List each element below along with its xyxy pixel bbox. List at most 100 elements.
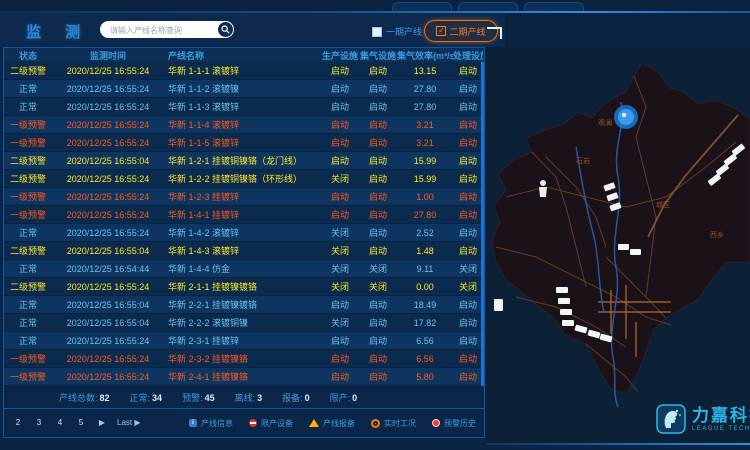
legend-label: 实时工况 — [384, 418, 416, 429]
search-button[interactable] — [218, 22, 233, 37]
cell-line: 华新 1-2-3 挂镀锌 — [164, 190, 321, 203]
table-row[interactable]: 一级预警2020/12/25 16:55:24华新 1-1-5 滚镀锌启动启动3… — [4, 134, 484, 152]
cell-eff: 17.82 — [397, 318, 453, 328]
realtime-status-button[interactable]: 实时工况 — [371, 418, 416, 429]
cell-treat: 启动 — [453, 154, 483, 167]
cell-gas: 启动 — [359, 226, 397, 239]
cell-eff: 3.21 — [397, 120, 453, 130]
cell-line: 华新 1-1-4 滚镀锌 — [164, 118, 321, 131]
table-row[interactable]: 一级预警2020/12/25 16:55:24华新 2-3-2 挂镀镍铬启动启动… — [4, 350, 484, 368]
column-header: 状态 — [4, 49, 52, 62]
line-report-button[interactable]: 产线报备 — [309, 418, 355, 429]
cell-gas: 启动 — [359, 334, 397, 347]
alert-location-marker[interactable] — [614, 105, 638, 129]
table-row[interactable]: 二级预警2020/12/25 16:55:24华新 2-1-1 挂镀镍镀铬关闭关… — [4, 278, 484, 296]
cell-eff: 1.48 — [397, 246, 453, 256]
legend-buttons: i产线信息 限产设备 产线报备 实时工况 预警历史 — [189, 418, 476, 429]
cell-prod: 关闭 — [321, 226, 359, 239]
search-input[interactable] — [108, 22, 216, 38]
cell-prod: 启动 — [321, 100, 359, 113]
table-scrollbar[interactable] — [481, 62, 484, 386]
cell-line: 华新 1-2-1 挂镀铜镍铬（龙门线） — [164, 154, 321, 167]
line-info-button[interactable]: i产线信息 — [189, 418, 233, 429]
summary-item: 限产:0 — [330, 391, 358, 404]
cell-prod: 启动 — [321, 136, 359, 149]
cell-line: 华新 2-3-1 挂镀锌 — [164, 334, 321, 347]
logo-en-text: LEAGUE TECH — [692, 426, 750, 432]
page-button[interactable]: 5 — [75, 417, 87, 429]
table-row[interactable]: 二级预警2020/12/25 16:55:24华新 1-2-2 挂镀铜镍铬（环形… — [4, 170, 484, 188]
cell-prod: 启动 — [321, 298, 359, 311]
cell-gas: 关闭 — [359, 262, 397, 275]
column-header: 集气设施 — [359, 49, 397, 62]
table-row[interactable]: 一级预警2020/12/25 16:55:24华新 1-4-1 挂镀锌启动启动2… — [4, 206, 484, 224]
table-body: 二级预警2020/12/25 16:55:24华新 1-1-1 滚镀锌启动启动1… — [4, 62, 484, 386]
cell-status: 一级预警 — [4, 370, 52, 383]
checkbox-checked-icon: ✓ — [436, 26, 446, 36]
cell-treat: 启动 — [453, 334, 483, 347]
district-map[interactable]: 观澜石岩城区西乡 — [486, 47, 750, 445]
cell-line: 华新 1-4-1 挂镀锌 — [164, 208, 321, 221]
table-row[interactable]: 正常2020/12/25 16:55:24华新 1-1-2 滚镀镍启动启动27.… — [4, 80, 484, 98]
cell-line: 华新 1-1-5 滚镀锌 — [164, 136, 321, 149]
table-row[interactable]: 一级预警2020/12/25 16:55:24华新 1-1-4 滚镀锌启动启动3… — [4, 116, 484, 134]
cell-status: 正常 — [4, 316, 52, 329]
monitor-dashboard: 监 测 一期产线 ✓ 二期产线 状态监测时间产线名称生产设施集气设施集气效率(m… — [0, 0, 750, 450]
toolbar: 监 测 一期产线 ✓ 二期产线 — [0, 13, 750, 47]
table-row[interactable]: 正常2020/12/25 16:55:04华新 2-2-1 挂镀镍镀铬启动启动1… — [4, 296, 484, 314]
cell-prod: 关闭 — [321, 280, 359, 293]
page-button[interactable]: 4 — [54, 417, 66, 429]
last-page-button[interactable]: Last ▶ — [117, 417, 141, 429]
table-row[interactable]: 正常2020/12/25 16:54:44华新 1-4-4 仿金关闭关闭9.11… — [4, 260, 484, 278]
table-row[interactable]: 正常2020/12/25 16:55:24华新 1-4-2 滚镀锌关闭启动2.5… — [4, 224, 484, 242]
cell-status: 二级预警 — [4, 64, 52, 77]
summary-item: 正常:34 — [130, 391, 163, 404]
table-row[interactable]: 二级预警2020/12/25 16:55:04华新 1-4-3 滚镀锌关闭启动1… — [4, 242, 484, 260]
warning-history-button[interactable]: 预警历史 — [432, 418, 476, 429]
search-box — [100, 21, 234, 38]
cell-status: 一级预警 — [4, 208, 52, 221]
table-row[interactable]: 二级预警2020/12/25 16:55:04华新 1-2-1 挂镀铜镍铬（龙门… — [4, 152, 484, 170]
cell-eff: 18.49 — [397, 300, 453, 310]
summary-bar: 产线总数:82正常:34预警:45离线:3报备:0限产:0 — [4, 386, 484, 408]
cell-status: 正常 — [4, 262, 52, 275]
scrollbar-thumb[interactable] — [481, 62, 484, 386]
table-row[interactable]: 一级预警2020/12/25 16:55:24华新 1-2-3 挂镀锌启动启动1… — [4, 188, 484, 206]
page-button[interactable]: 3 — [33, 417, 45, 429]
table-row[interactable]: 二级预警2020/12/25 16:55:24华新 1-1-1 滚镀锌启动启动1… — [4, 62, 484, 80]
table-row[interactable]: 正常2020/12/25 16:55:24华新 1-1-3 滚镀锌启动启动27.… — [4, 98, 484, 116]
cell-prod: 启动 — [321, 64, 359, 77]
monitor-table-panel: 状态监测时间产线名称生产设施集气设施集气效率(m³/s)处理设施 二级预警202… — [3, 47, 485, 438]
table-row[interactable]: 正常2020/12/25 16:55:24华新 2-3-1 挂镀锌启动启动6.5… — [4, 332, 484, 350]
phase1-checkbox[interactable]: 一期产线 — [372, 25, 422, 38]
page-button[interactable]: 2 — [12, 417, 24, 429]
cell-gas: 启动 — [359, 370, 397, 383]
summary-item: 产线总数:82 — [59, 391, 110, 404]
cell-time: 2020/12/25 16:55:04 — [52, 246, 164, 256]
cell-eff: 0.00 — [397, 282, 453, 292]
cell-time: 2020/12/25 16:55:24 — [52, 120, 164, 130]
table-row[interactable]: 一级预警2020/12/25 16:55:24华新 2-4-1 挂镀镍铬启动启动… — [4, 368, 484, 386]
cell-gas: 启动 — [359, 208, 397, 221]
cell-treat: 启动 — [453, 136, 483, 149]
cell-eff: 15.99 — [397, 174, 453, 184]
cell-treat: 启动 — [453, 298, 483, 311]
cell-status: 正常 — [4, 226, 52, 239]
cell-treat: 启动 — [453, 172, 483, 185]
cell-treat: 启动 — [453, 64, 483, 77]
column-header: 监测时间 — [52, 49, 164, 62]
cell-status: 正常 — [4, 298, 52, 311]
warning-history-icon — [432, 419, 440, 427]
table-row[interactable]: 正常2020/12/25 16:55:04华新 2-2-2 滚镀铜镍关闭启动17… — [4, 314, 484, 332]
cell-eff: 13.15 — [397, 66, 453, 76]
cell-gas: 启动 — [359, 172, 397, 185]
cell-time: 2020/12/25 16:55:24 — [52, 102, 164, 112]
cell-treat: 启动 — [453, 316, 483, 329]
cell-line: 华新 1-4-4 仿金 — [164, 262, 321, 275]
cell-gas: 关闭 — [359, 280, 397, 293]
legend-label: 限产设备 — [261, 418, 293, 429]
cell-gas: 启动 — [359, 118, 397, 131]
limit-equipment-button[interactable]: 限产设备 — [249, 418, 293, 429]
cell-time: 2020/12/25 16:55:24 — [52, 228, 164, 238]
next-page-button[interactable]: ▶ — [96, 417, 108, 429]
